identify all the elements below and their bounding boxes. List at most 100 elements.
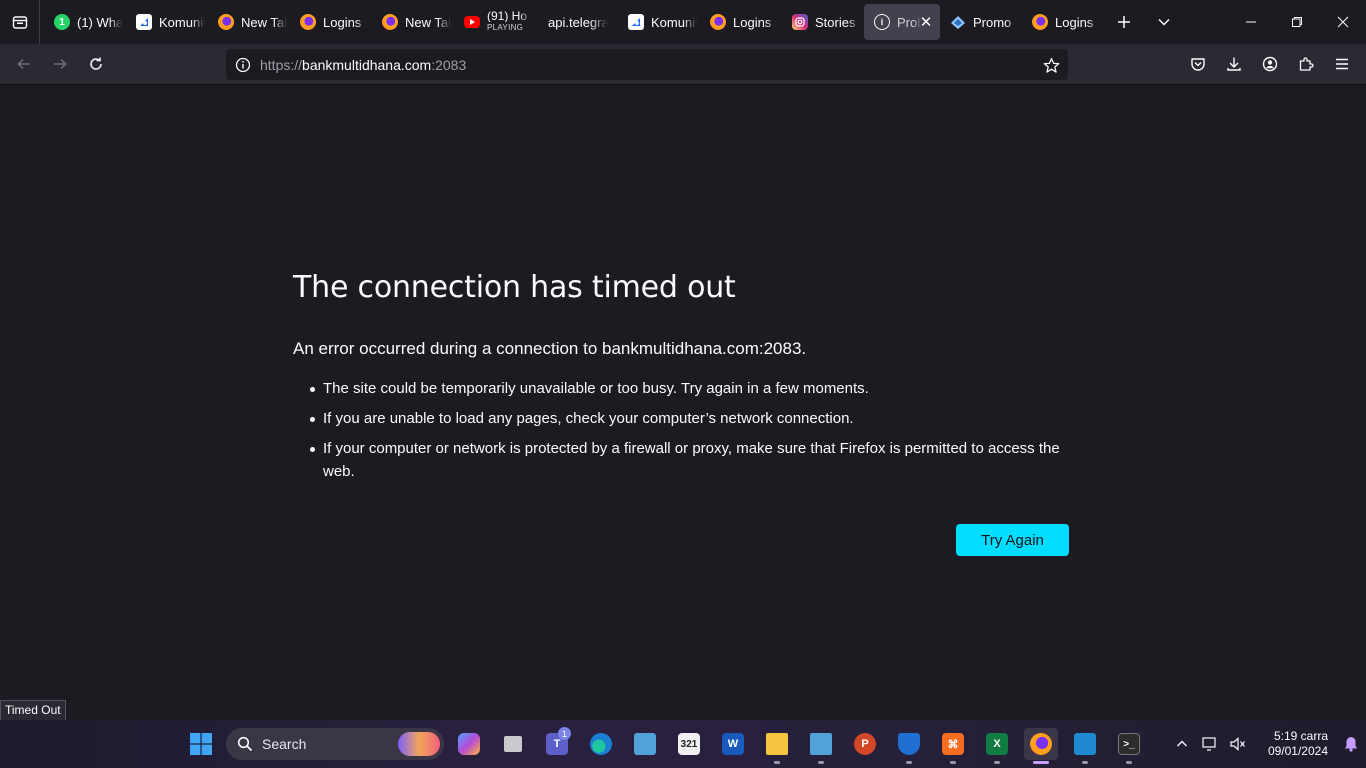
toolbar-right [1180,48,1360,80]
tab-title: (91) Ho [487,10,528,22]
instagram-icon [792,14,808,30]
firefox-app[interactable] [1024,728,1058,764]
notepad-icon [810,733,832,755]
powerpoint-app[interactable]: P [848,728,882,760]
tab-komunitas[interactable]: Komunitas [126,4,208,40]
tab-title: Komunitas [159,14,205,30]
tab-logins[interactable]: Logins [1022,4,1104,40]
monitor-icon [634,733,656,755]
tab-problem-loading-page[interactable]: i Problem loading page ✕ [864,4,940,40]
firefox-icon [1030,733,1052,755]
copilot-app[interactable] [452,728,486,760]
task-view-app[interactable] [496,728,530,760]
tab-label: (91) Ho PLAYING [487,10,533,34]
site-info-icon[interactable] [228,57,258,73]
forward-button[interactable] [42,48,78,80]
tab-strip: 1 (1) WhatsApp Komunitas New Tab Logins … [0,0,1366,44]
tab-title: Komunitas [651,14,697,30]
back-arrow-icon [17,58,30,70]
list-item: If your computer or network is protected… [310,437,1069,483]
whatsapp-icon: 1 [54,14,70,30]
account-icon [1262,56,1278,72]
restore-icon [1292,17,1302,27]
close-window-button[interactable] [1320,0,1366,44]
excel-icon: X [986,733,1008,755]
restore-button[interactable] [1274,0,1320,44]
file-explorer-app[interactable] [760,728,794,764]
network-button[interactable] [1196,728,1224,760]
firefox-view-button[interactable] [0,0,40,44]
list-item: The site could be temporarily unavailabl… [310,377,1069,400]
clock-time: 5:19 carra [1273,729,1328,743]
tab-youtube[interactable]: (91) Ho PLAYING [454,4,536,40]
search-highlight-icon [398,732,440,756]
url-text[interactable]: https://bankmultidhana.com:2083 [260,57,466,73]
firefox-icon [382,14,398,30]
error-container: The connection has timed out An error oc… [293,270,1069,556]
network-icon [1202,737,1216,751]
error-suggestions: The site could be temporarily unavailabl… [310,377,1069,483]
back-button[interactable] [6,48,42,80]
url-scheme: https:// [260,56,303,73]
error-description: An error occurred during a connection to… [293,339,807,358]
start-button[interactable] [186,728,216,760]
tab-promo[interactable]: Promo [940,4,1022,40]
tab-title: Promo [973,14,1012,30]
excel-app[interactable]: X [980,728,1014,764]
calendar-icon: 321 [678,733,700,755]
vscode-icon [1074,733,1096,755]
tab-logins[interactable]: Logins [700,4,782,40]
tab-new-tab[interactable]: New Tab [372,4,454,40]
tab-api-telegram[interactable]: api.telegram [536,4,618,40]
clock[interactable]: 5:19 carra 09/01/2024 [1252,729,1328,759]
try-again-button[interactable]: Try Again [956,524,1069,556]
firefox-icon [1032,14,1048,30]
xampp-app[interactable]: ⌘ [936,728,970,764]
url-port: :2083 [431,56,467,73]
edge-app[interactable] [584,728,618,760]
tab-stories[interactable]: Stories [782,4,864,40]
downloads-button[interactable] [1216,48,1252,80]
notifications-button[interactable] [1336,736,1366,752]
defender-app[interactable] [892,728,926,764]
terminal-app[interactable]: >_ [1112,728,1146,764]
error-title: The connection has timed out [293,270,736,305]
tab-new-tab[interactable]: New Tab [208,4,290,40]
plus-icon [1118,16,1130,28]
taskbar-search[interactable]: Search [226,728,444,760]
search-icon [236,735,254,753]
address-bar[interactable]: https://bankmultidhana.com:2083 [226,49,1068,80]
firefox-icon [300,14,316,30]
calendar-app[interactable]: 321 [672,728,706,760]
extensions-button[interactable] [1288,48,1324,80]
list-item: If you are unable to load any pages, che… [310,407,1069,430]
volume-button[interactable] [1224,728,1252,760]
tab-title: New Tab [241,14,287,30]
close-tab-icon[interactable]: ✕ [918,14,934,31]
screen-app[interactable] [628,728,662,760]
tab-komunitas[interactable]: Komunitas [618,4,700,40]
new-tab-button[interactable] [1104,0,1144,44]
taskbar: Search T1 321 W P ⌘ X >_ 5:19 carra 09/0… [0,720,1366,768]
account-button[interactable] [1252,48,1288,80]
reload-button[interactable] [78,48,114,80]
teams-app[interactable]: T1 [540,727,574,760]
bookmark-star-icon[interactable] [1040,54,1062,76]
xampp-icon: ⌘ [942,733,964,755]
tab-title: api.telegram [548,14,608,30]
vscode-app[interactable] [1068,728,1102,764]
word-icon: W [722,733,744,755]
show-hidden-icons-button[interactable] [1168,728,1196,760]
tab-whatsapp[interactable]: 1 (1) WhatsApp [44,4,126,40]
word-app[interactable]: W [716,728,750,760]
tab-logins[interactable]: Logins [290,4,372,40]
search-label: Search [262,736,307,752]
notepad-app[interactable] [804,728,838,764]
list-all-tabs-button[interactable] [1144,0,1184,44]
teams-badge: 1 [558,727,571,740]
minimize-button[interactable] [1228,0,1274,44]
app-menu-button[interactable] [1324,48,1360,80]
komun-icon [628,14,644,30]
copilot-icon [458,733,480,755]
pocket-button[interactable] [1180,48,1216,80]
